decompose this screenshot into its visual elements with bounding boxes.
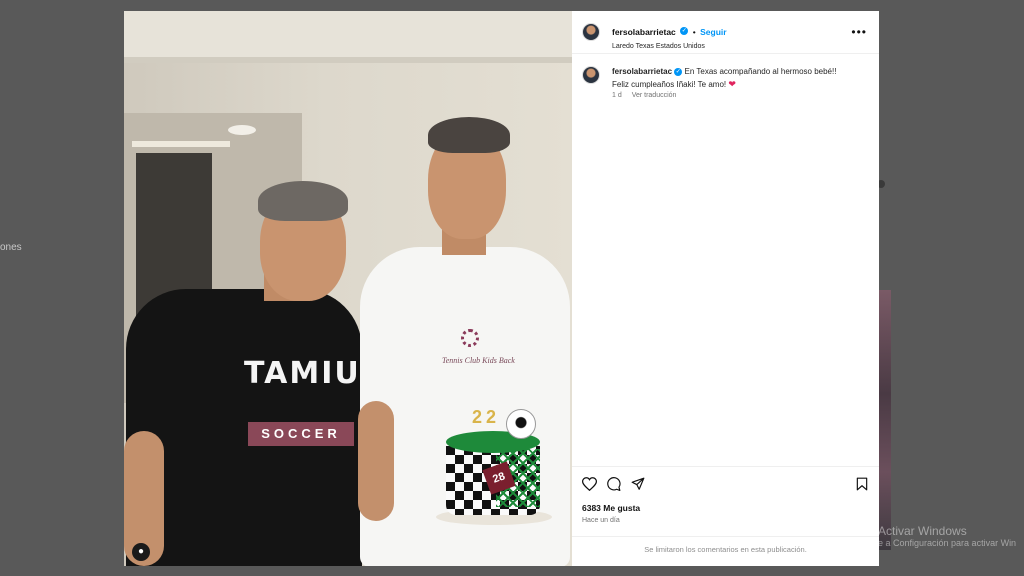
user-tag-icon[interactable]: ●: [132, 543, 150, 561]
post-timestamp[interactable]: Hace un día: [582, 517, 620, 524]
bookmark-icon[interactable]: [856, 477, 868, 491]
avatar[interactable]: [582, 23, 600, 41]
more-options-icon[interactable]: •••: [851, 25, 867, 39]
right-person-arm: [358, 401, 394, 521]
hair: [258, 181, 348, 221]
caption-line-2: Feliz cumpleaños Iñaki! Te amo!: [612, 80, 727, 89]
photo-smoke-detector: [228, 125, 256, 135]
post-caption: fersolabarrietac ✓ En Texas acompañando …: [612, 66, 867, 91]
photo-door-frame: [132, 141, 230, 147]
comments-limited-notice: Se limitaron los comentarios en esta pub…: [572, 536, 879, 566]
post-actions: 6383 Me gusta Hace un día: [572, 466, 879, 536]
location-link[interactable]: Laredo Texas Estados Unidos: [612, 43, 727, 50]
verified-badge-icon: ✓: [674, 67, 683, 76]
background-strip: [879, 290, 891, 550]
likes-count[interactable]: 6383 Me gusta: [582, 503, 640, 513]
post-modal: TAMIU SOCCER Tennis Club Kids Back 28 2 …: [124, 11, 879, 566]
shirt-text: TAMIU: [244, 356, 361, 391]
likes-label: Me gusta: [603, 503, 641, 513]
verified-badge-icon: ✓: [680, 26, 689, 35]
red-heart-icon: ❤: [728, 79, 736, 89]
post-photo[interactable]: TAMIU SOCCER Tennis Club Kids Back 28 2 …: [124, 11, 572, 566]
header-separator: •: [692, 27, 696, 37]
post-header-text: fersolabarrietac ✓ • Seguir Laredo Texas…: [612, 22, 727, 50]
follow-button[interactable]: Seguir: [700, 27, 726, 37]
background-text: ones: [0, 242, 22, 253]
activation-subtitle: e a Configuración para activar Win: [878, 538, 1017, 549]
caption-line-1: En Texas acompañando al hermoso bebé!!: [684, 67, 837, 76]
header-username[interactable]: fersolabarrietac: [612, 27, 676, 37]
caption-username[interactable]: fersolabarrietac: [612, 67, 672, 76]
hair: [428, 117, 510, 153]
post-header: fersolabarrietac ✓ • Seguir Laredo Texas…: [572, 11, 879, 54]
photo-ceiling-edge: [124, 57, 572, 63]
caption-meta: 1 d Ver traducción: [612, 92, 684, 99]
heart-outline-icon[interactable]: [582, 477, 597, 491]
soccer-ball-icon: [506, 409, 536, 439]
tshirt-logo-icon: [461, 329, 479, 347]
translate-link[interactable]: Ver traducción: [632, 92, 677, 99]
send-icon[interactable]: [631, 477, 645, 491]
activation-title: Activar Windows: [878, 524, 967, 538]
caption-age[interactable]: 1 d: [612, 92, 622, 99]
photo-ceiling: [124, 11, 572, 59]
likes-number: 6383: [582, 503, 601, 513]
shirt-band: SOCCER: [248, 422, 354, 446]
tshirt-logo-text: Tennis Club Kids Back: [442, 356, 515, 365]
birthday-cake: 28: [436, 431, 552, 525]
candle-digit: 2: [486, 407, 497, 427]
windows-activation-watermark: Activar Windows e a Configuración para a…: [878, 524, 1016, 549]
candle-digit: 2: [472, 407, 483, 427]
caption-avatar[interactable]: [582, 66, 600, 84]
comment-icon[interactable]: [607, 477, 621, 491]
post-side-panel: fersolabarrietac ✓ • Seguir Laredo Texas…: [572, 11, 879, 566]
